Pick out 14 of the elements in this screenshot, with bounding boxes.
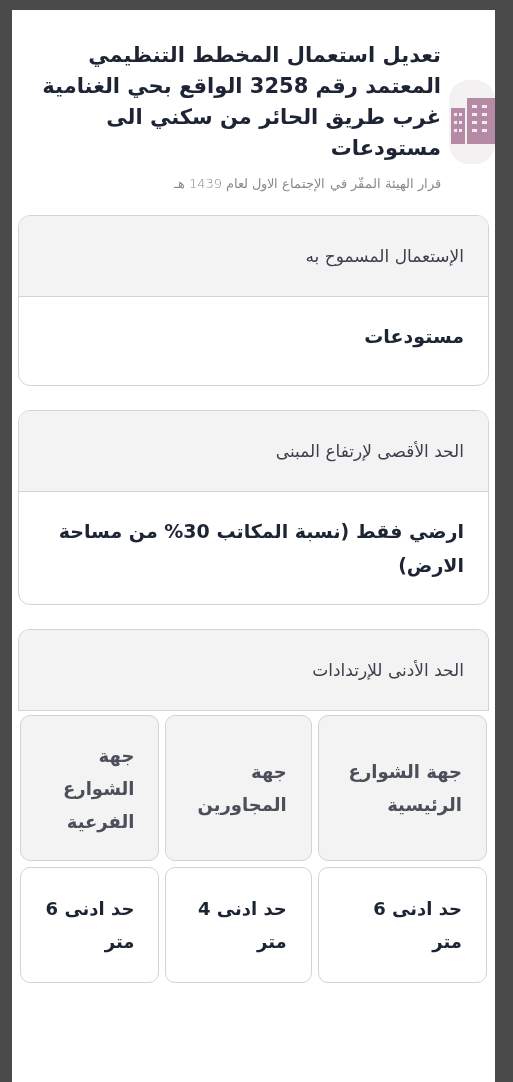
table-header-cell: جهة الشوارع الفرعية bbox=[20, 715, 160, 861]
decision-subtitle: قرار الهيئة المقّر في الإجتماع الاول لعام 1439 هـ bbox=[172, 176, 441, 191]
field-label: الإستعمال المسموح به bbox=[19, 216, 488, 297]
decision-title: تعديل استعمال المخطط التنظيمي المعتمد رقم 3258 الواقع بحي الغنامية غرب طريق الحائر من سكني الى مستودعات bbox=[41, 42, 441, 162]
field-value: ارضي فقط (نسبة المكاتب 30% من مساحة الارض) bbox=[57, 519, 465, 579]
field-label: الحد الأقصى لإرتفاع المبنى bbox=[19, 411, 488, 492]
table-cell: حد ادنى 6 متر bbox=[20, 867, 160, 983]
table-header-cell: جهة الشوارع الرئيسية bbox=[317, 715, 487, 861]
table-cell: حد ادنى 4 متر bbox=[165, 867, 312, 983]
field-value: مستودعات bbox=[363, 324, 465, 350]
building-icon bbox=[449, 80, 495, 164]
table-header-cell: جهة المجاورين bbox=[165, 715, 312, 861]
table-cell: حد ادنى 6 متر bbox=[317, 867, 487, 983]
section-label: الحد الأدنى للإرتدادات bbox=[19, 630, 488, 711]
